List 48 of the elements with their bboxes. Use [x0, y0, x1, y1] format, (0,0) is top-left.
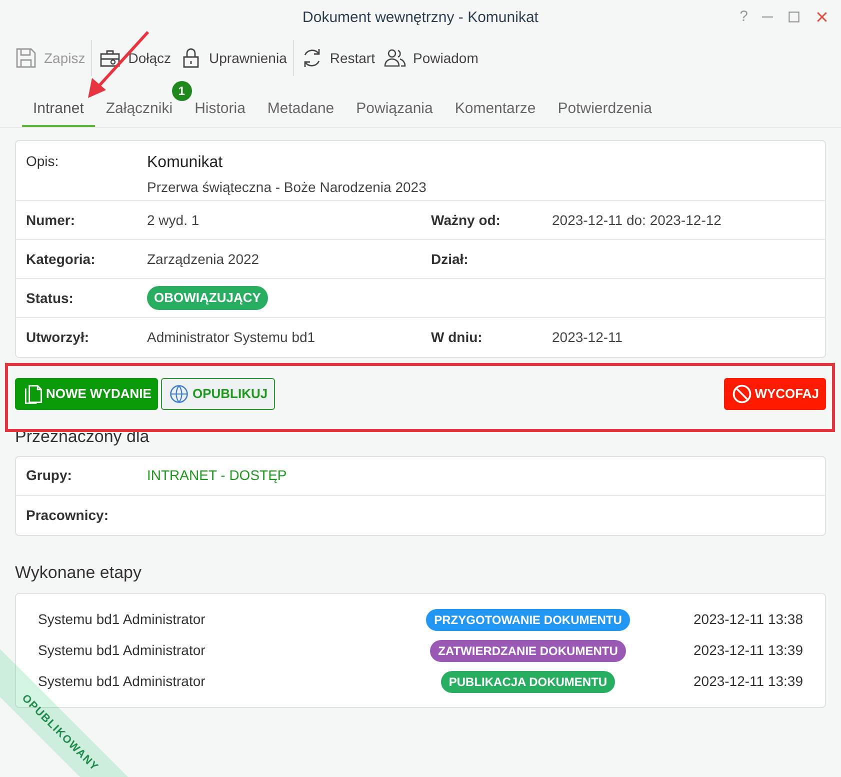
- tab[interactable]: Komentarze: [444, 93, 547, 127]
- description-title: Komunikat: [147, 153, 224, 173]
- window-title: Dokument wewnętrzny - Komunikat: [302, 8, 538, 28]
- toolbar-button[interactable]: Dołącz: [94, 42, 176, 74]
- status-badge: OBOWIĄZUJĄCY: [147, 286, 268, 310]
- toolbar-button[interactable]: Restart: [296, 42, 379, 74]
- field-label: Opis:: [26, 152, 60, 171]
- tab[interactable]: Powiązania: [345, 93, 444, 127]
- timestamp: 2023-12-11 13:39: [694, 672, 803, 691]
- field-label: Ważny od:: [431, 210, 502, 230]
- toolbar-button[interactable]: Uprawnienia: [175, 42, 291, 74]
- timestamp: 2023-12-11 13:39: [694, 641, 803, 660]
- stage-badge: PUBLIKACJA DOKUMENTU: [440, 670, 616, 692]
- toolbar-button[interactable]: Powiadom: [378, 42, 482, 74]
- field-label: Kategoria:: [26, 250, 96, 269]
- documents-icon: [22, 383, 44, 405]
- field-label: W dniu:: [431, 328, 484, 347]
- field-value: 2 wyd. 1: [147, 210, 200, 230]
- user-name: Systemu bd1 Administrator: [38, 610, 206, 629]
- new-edition-button[interactable]: NOWE WYDANIE: [15, 378, 158, 410]
- field-value: Zarządzenia 2022: [147, 250, 260, 269]
- section-heading: Wykonane etapy: [15, 562, 142, 584]
- field-label: Pracownicy:: [26, 506, 110, 525]
- description-text: Przerwa świąteczna - Boże Narodzenia 2023: [147, 178, 426, 197]
- count-badge: 1: [172, 81, 192, 101]
- withdraw-button[interactable]: WYCOFAJ: [724, 378, 826, 410]
- user-name: Systemu bd1 Administrator: [38, 641, 206, 660]
- publish-button[interactable]: OPUBLIKUJ: [161, 378, 275, 410]
- field-label: Grupy:: [26, 466, 73, 485]
- field-label: Dział:: [431, 250, 470, 268]
- tab[interactable]: Potwierdzenia: [546, 93, 663, 127]
- field-label: Utworzył:: [26, 328, 90, 347]
- minimize-icon: [762, 16, 773, 18]
- group-value: INTRANET - DOSTĘP: [147, 466, 287, 485]
- field-value: 2023-12-11: [552, 328, 623, 347]
- globe-icon: [168, 383, 190, 405]
- tab[interactable]: Metadane: [256, 93, 346, 127]
- user-name: Systemu bd1 Administrator: [38, 672, 206, 691]
- close-icon: [815, 10, 829, 24]
- timestamp: 2023-12-11 13:38: [694, 610, 803, 629]
- stage-badge: PRZYGOTOWANIE DOKUMENTU: [426, 608, 630, 630]
- maximize-icon: [787, 10, 801, 24]
- stage-badge: ZATWIERDZANIE DOKUMENTU: [430, 640, 626, 662]
- field-label: Numer:: [26, 210, 76, 230]
- field-value: 2023-12-11 do: 2023-12-12: [552, 210, 722, 230]
- prohibited-icon: [730, 383, 753, 405]
- field-label: Status:: [26, 288, 74, 308]
- field-value: Administrator Systemu bd1: [147, 328, 316, 347]
